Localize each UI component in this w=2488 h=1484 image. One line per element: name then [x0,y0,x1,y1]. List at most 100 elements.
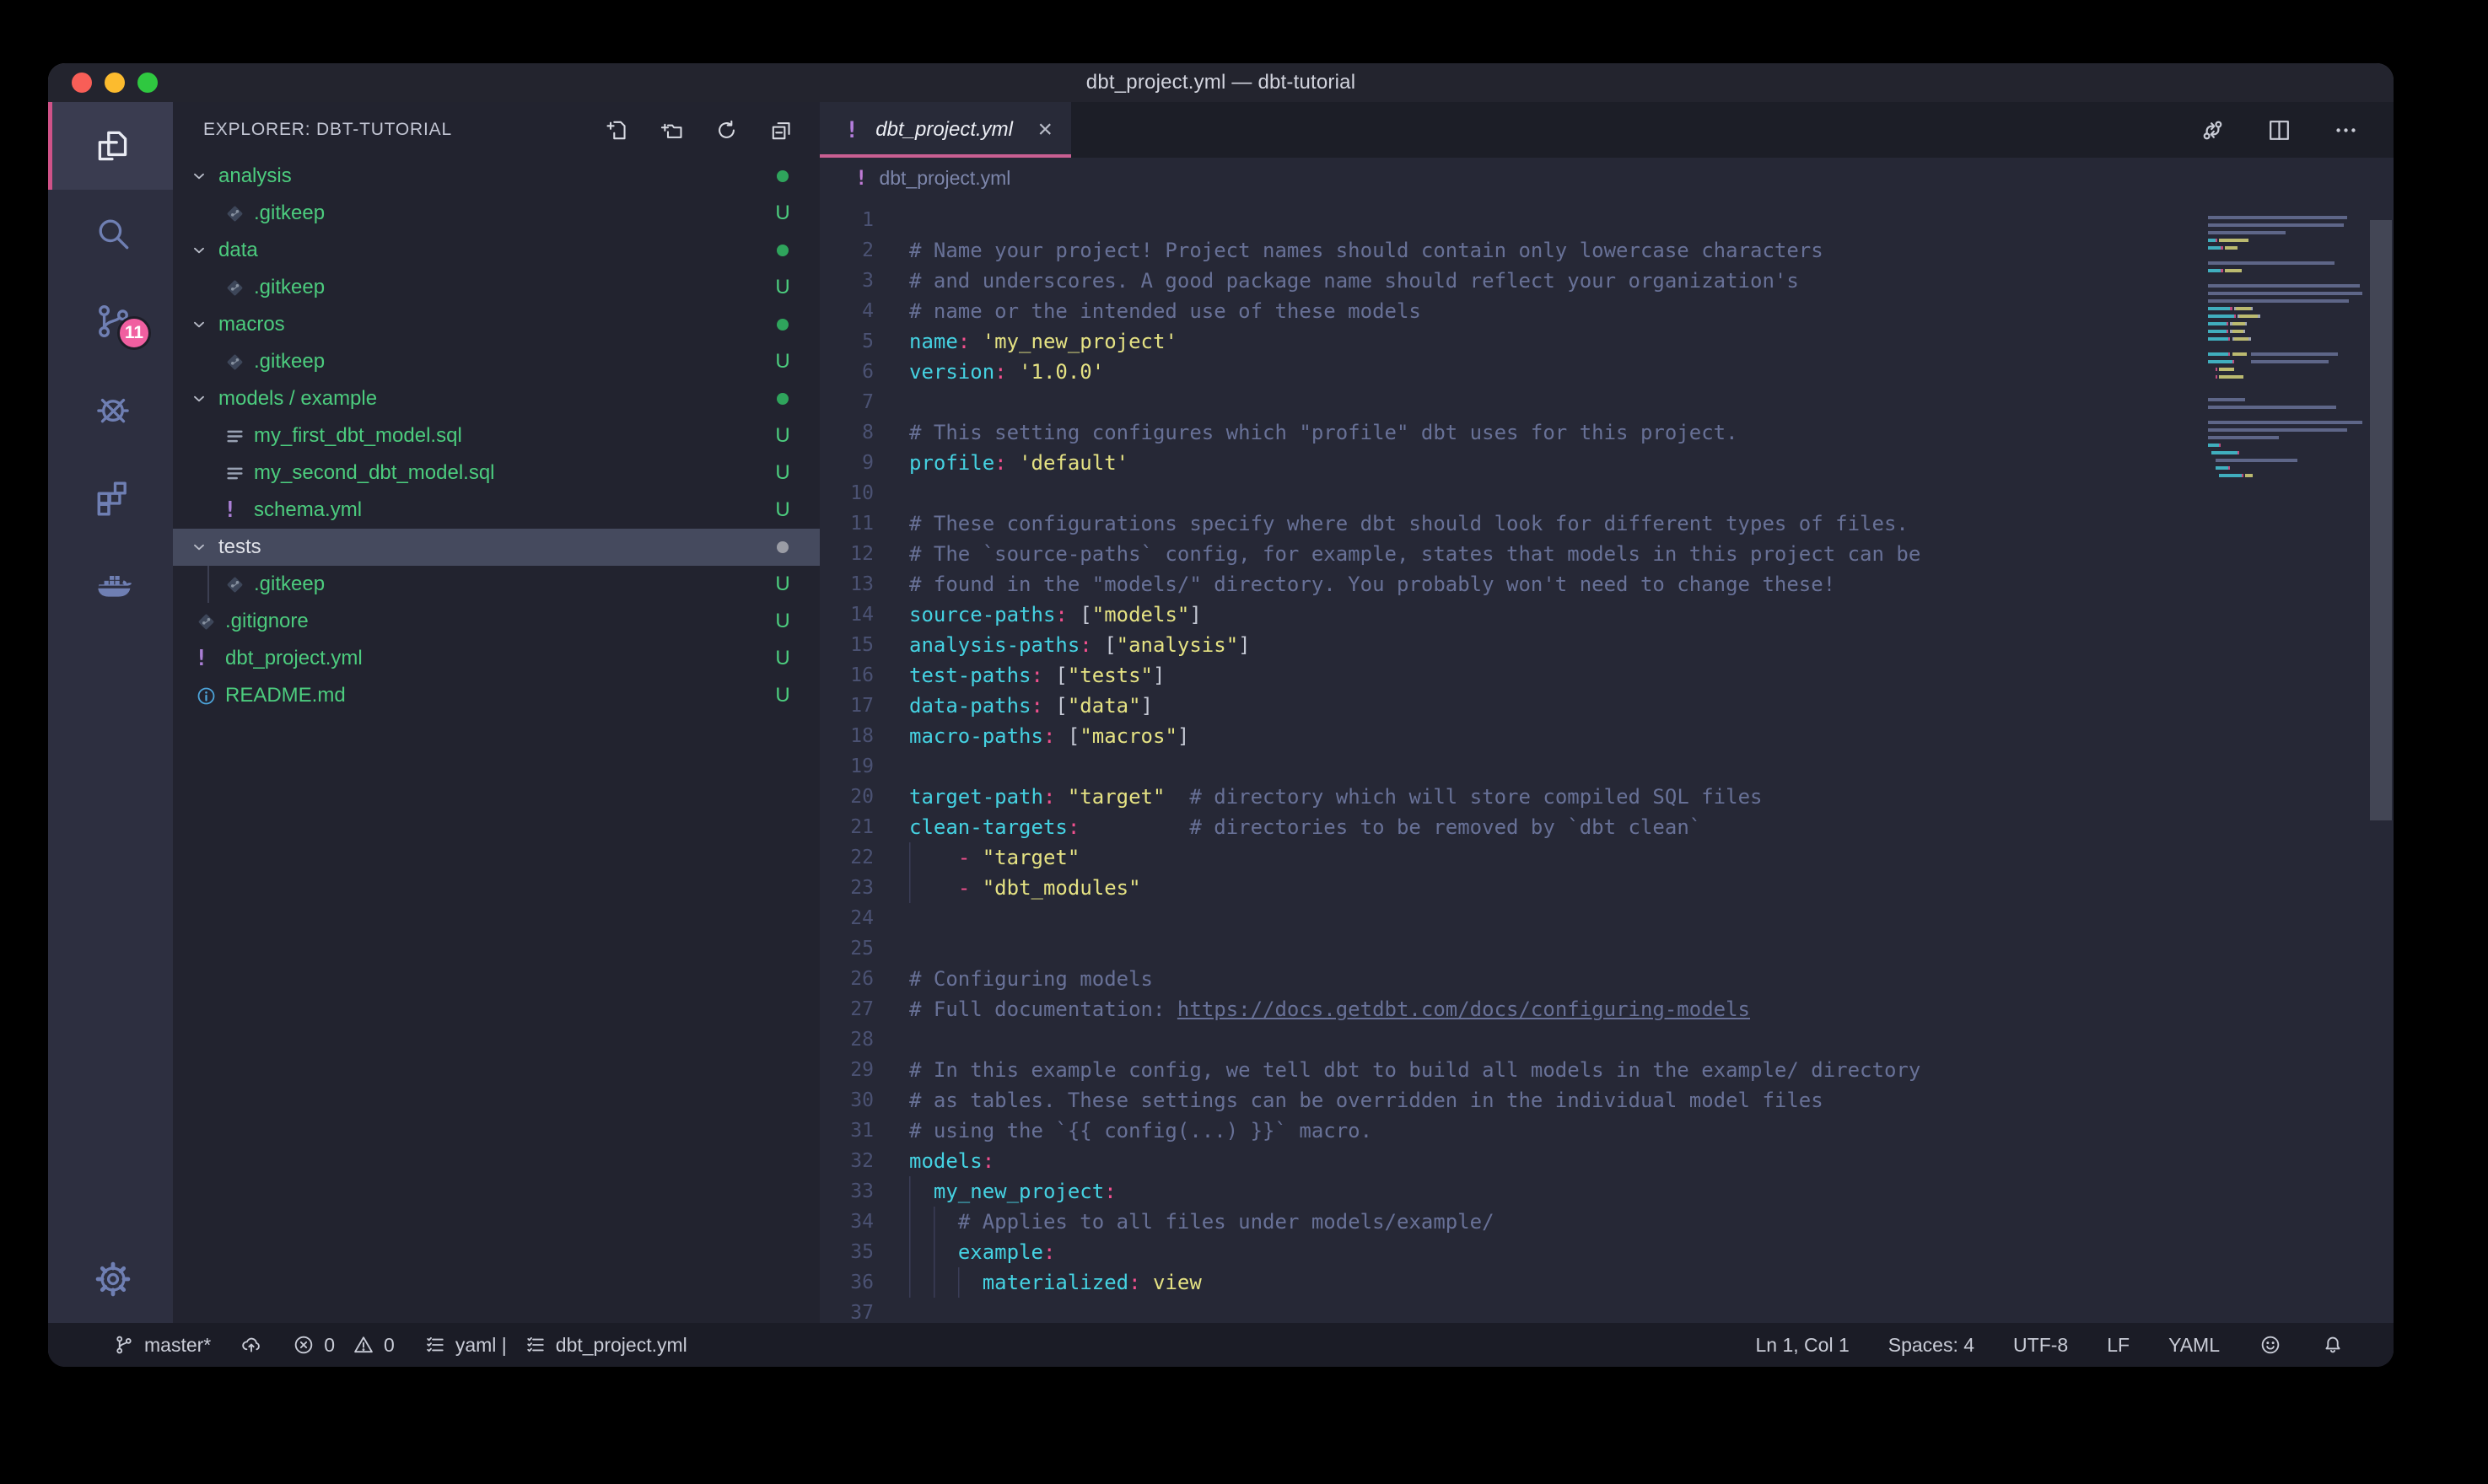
code-line-20[interactable]: 20target-path: "target" # directory whic… [820,782,2394,812]
status-yaml[interactable]: YAML [2168,1334,2220,1357]
code-line-13[interactable]: 13# found in the "models/" directory. Yo… [820,569,2394,600]
activity-docker[interactable] [48,540,173,628]
status-warning[interactable]: 0 [352,1333,395,1357]
code-token: # These configurations specify where dbt… [909,512,1909,535]
code-line-14[interactable]: 14source-paths: ["models"] [820,600,2394,630]
close-window-button[interactable] [72,73,92,93]
code-line-33[interactable]: 33 my_new_project: [820,1176,2394,1207]
code-line-7[interactable]: 7 [820,387,2394,417]
code-line-32[interactable]: 32models: [820,1146,2394,1176]
git-badge: U [771,424,794,448]
status-lf[interactable]: LF [2107,1334,2130,1357]
tree-item-macros[interactable]: macros [173,306,820,343]
code-line-8[interactable]: 8# This setting configures which "profil… [820,417,2394,448]
code-line-16[interactable]: 16test-paths: ["tests"] [820,660,2394,691]
code-token [909,873,934,903]
status-smiley[interactable] [2259,1333,2282,1357]
code-line-10[interactable]: 10 [820,478,2394,508]
code-line-37[interactable]: 37 [820,1298,2394,1323]
minimap-line [2208,254,2360,261]
tree-item-analysis[interactable]: analysis [173,158,820,195]
tree-item-my-first-dbt-model-sql[interactable]: my_first_dbt_model.sqlU [173,417,820,454]
code-line-12[interactable]: 12# The `source-paths` config, for examp… [820,539,2394,569]
more-icon[interactable] [2332,116,2360,144]
close-tab-icon[interactable]: × [1037,116,1053,144]
code-token: : [994,360,1006,384]
code-line-19[interactable]: 19 [820,751,2394,782]
new-folder-icon[interactable] [659,117,685,143]
activity-explorer[interactable] [48,102,173,190]
split-editor-icon[interactable] [2265,116,2293,144]
code-line-15[interactable]: 15analysis-paths: ["analysis"] [820,630,2394,660]
activity-search[interactable] [48,190,173,277]
status-spaces-4[interactable]: Spaces: 4 [1888,1334,1974,1357]
breadcrumb-filename[interactable]: dbt_project.yml [879,167,1010,190]
code-line-31[interactable]: 31# using the `{{ config(...) }}` macro. [820,1116,2394,1146]
code-line-30[interactable]: 30# as tables. These settings can be ove… [820,1085,2394,1116]
code-line-4[interactable]: 4# name or the intended use of these mod… [820,296,2394,326]
status-utf-8[interactable]: UTF-8 [2013,1334,2068,1357]
title-bar[interactable]: dbt_project.yml — dbt-tutorial [48,63,2394,102]
tree-item-schema-yml[interactable]: !schema.ymlU [173,492,820,529]
code-line-34[interactable]: 34 # Applies to all files under models/e… [820,1207,2394,1237]
activity-extensions[interactable] [48,453,173,540]
tree-item-data[interactable]: data [173,232,820,269]
code-editor[interactable]: 12# Name your project! Project names sho… [820,198,2394,1323]
vertical-scrollbar-thumb[interactable] [2370,220,2392,820]
code-line-25[interactable]: 25 [820,933,2394,964]
code-line-6[interactable]: 6version: '1.0.0' [820,357,2394,387]
status-ln-1-col-1[interactable]: Ln 1, Col 1 [1756,1334,1850,1357]
tree-item-tests[interactable]: tests [173,529,820,566]
sql-file-icon [223,462,254,485]
code-line-22[interactable]: 22 - "target" [820,842,2394,873]
doc-link[interactable]: https://docs.getdbt.com/docs/configuring… [1177,997,1750,1021]
code-line-11[interactable]: 11# These configurations specify where d… [820,508,2394,539]
minimap-line [2208,231,2360,239]
tree-item--gitignore[interactable]: .gitignoreU [173,603,820,640]
tree-item--gitkeep[interactable]: .gitkeepU [173,566,820,603]
minimap[interactable] [2208,208,2360,489]
activity-run-debug[interactable] [48,365,173,453]
tab-dbt-project-yml[interactable]: ! dbt_project.yml × [820,102,1071,158]
breadcrumb[interactable]: ! dbt_project.yml [820,158,2394,198]
refresh-icon[interactable] [714,117,740,143]
code-line-17[interactable]: 17data-paths: ["data"] [820,691,2394,721]
tree-item-my-second-dbt-model-sql[interactable]: my_second_dbt_model.sqlU [173,454,820,492]
code-line-27[interactable]: 27# Full documentation: https://docs.get… [820,994,2394,1024]
status-checklist[interactable]: dbt_project.yml [524,1333,687,1357]
tree-item--gitkeep[interactable]: .gitkeepU [173,195,820,232]
code-line-5[interactable]: 5name: 'my_new_project' [820,326,2394,357]
info-file-icon [195,685,218,707]
status-cloud-upload[interactable] [240,1333,263,1357]
error-icon [292,1333,315,1357]
code-line-26[interactable]: 26# Configuring models [820,964,2394,994]
activity-source-control[interactable]: 11 [48,277,173,365]
collapse-all-icon[interactable] [768,117,794,143]
code-line-21[interactable]: 21clean-targets: # directories to be rem… [820,812,2394,842]
tree-item-dbt-project-yml[interactable]: !dbt_project.ymlU [173,640,820,677]
status-bell[interactable] [2321,1333,2345,1357]
open-changes-icon[interactable] [2199,116,2227,144]
activity-settings[interactable] [48,1235,173,1323]
code-line-28[interactable]: 28 [820,1024,2394,1055]
status-git-branch[interactable]: master* [112,1333,211,1357]
code-line-23[interactable]: 23 - "dbt_modules" [820,873,2394,903]
tree-item-readme-md[interactable]: README.mdU [173,677,820,714]
zoom-window-button[interactable] [137,73,158,93]
tree-item--gitkeep[interactable]: .gitkeepU [173,343,820,380]
new-file-icon[interactable] [604,117,630,143]
code-line-29[interactable]: 29# In this example config, we tell dbt … [820,1055,2394,1085]
code-line-2[interactable]: 2# Name your project! Project names shou… [820,235,2394,266]
status-checklist[interactable]: yaml | [423,1333,507,1357]
code-line-18[interactable]: 18macro-paths: ["macros"] [820,721,2394,751]
code-line-3[interactable]: 3# and underscores. A good package name … [820,266,2394,296]
code-line-36[interactable]: 36 materialized: view [820,1267,2394,1298]
tree-item-models-example[interactable]: models / example [173,380,820,417]
minimize-window-button[interactable] [105,73,125,93]
code-line-1[interactable]: 1 [820,205,2394,235]
code-line-35[interactable]: 35 example: [820,1237,2394,1267]
code-line-24[interactable]: 24 [820,903,2394,933]
tree-item--gitkeep[interactable]: .gitkeepU [173,269,820,306]
status-error[interactable]: 0 [292,1333,335,1357]
code-line-9[interactable]: 9profile: 'default' [820,448,2394,478]
